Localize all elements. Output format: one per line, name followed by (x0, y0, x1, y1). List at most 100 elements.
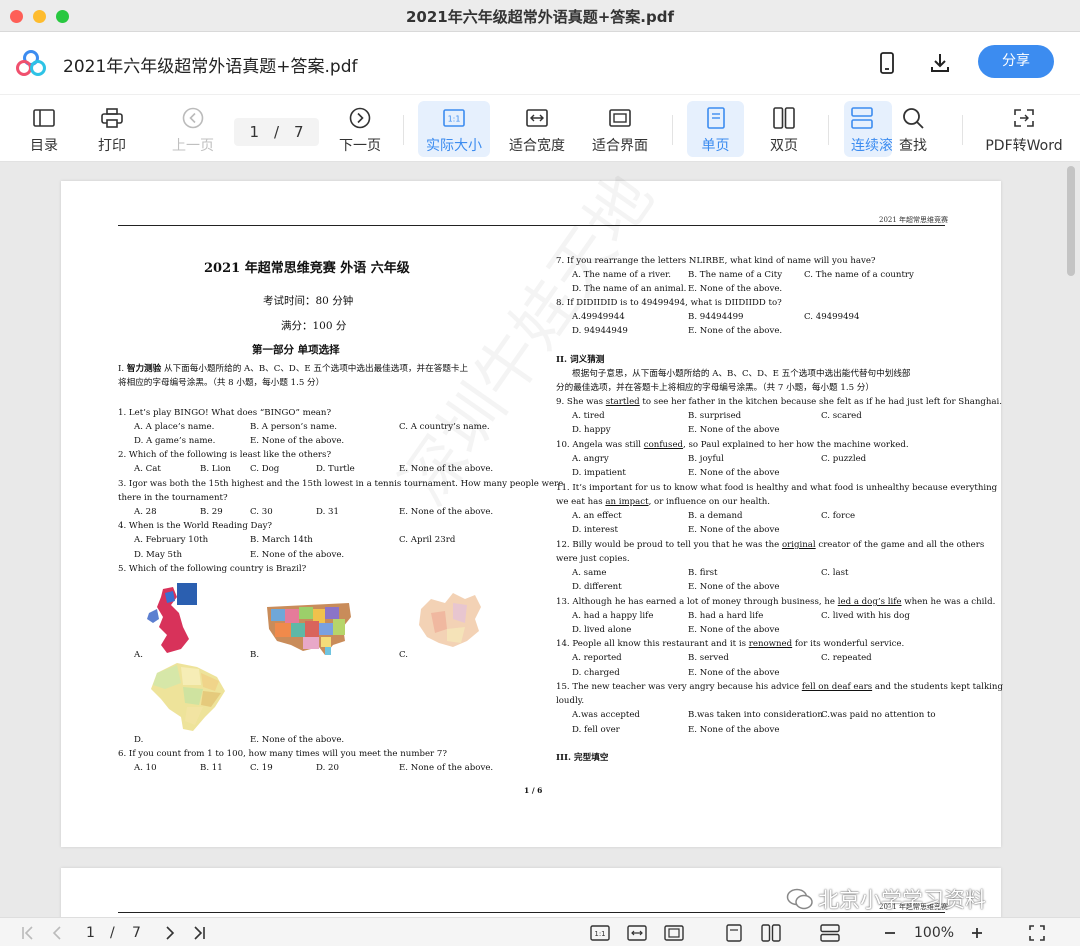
question-3-cont: there in the tournament? (118, 493, 228, 503)
map-uk-image (147, 583, 197, 653)
option: C. scared (821, 411, 862, 421)
prev-page-icon[interactable] (50, 923, 64, 943)
bottom-page-separator: / (110, 925, 115, 941)
toolbar-divider (962, 115, 963, 145)
option: B. (250, 650, 260, 660)
option: C. Dog (250, 464, 280, 474)
option: A.49949944 (572, 312, 625, 322)
option: D. 20 (316, 763, 339, 773)
chevron-left-circle-icon (182, 106, 204, 130)
q-text: , so Paul explained to her how the machi… (683, 440, 909, 450)
underlined-word: confused (643, 440, 684, 450)
option: D. A game’s name. (134, 436, 216, 446)
next-page-icon[interactable] (163, 923, 177, 943)
last-page-icon[interactable] (191, 923, 207, 943)
option: B. 94494499 (688, 312, 744, 322)
option: B. joyful (688, 454, 724, 464)
mobile-icon[interactable] (873, 49, 901, 77)
next-page-button[interactable]: 下一页 (335, 101, 385, 157)
page-separator: / (273, 123, 280, 141)
print-button[interactable]: 打印 (92, 101, 132, 157)
q-text: , or influence on our health. (648, 497, 771, 507)
option: C. lived with his dog (821, 611, 910, 621)
option: A.was accepted (572, 710, 640, 720)
option: B. 29 (200, 507, 223, 517)
first-page-icon[interactable] (20, 923, 36, 943)
question-13: 13. Although he has earned a lot of mone… (556, 595, 995, 609)
sec1-num: I. (118, 364, 127, 374)
q-text: 13. Although he has earned a lot of mone… (556, 597, 838, 607)
fit-width-button[interactable]: 适合宽度 (506, 101, 568, 157)
actual-size-icon[interactable]: 1:1 (590, 923, 610, 943)
continuous-scroll-icon[interactable] (820, 923, 840, 943)
window-titlebar: 2021年六年级超常外语真题+答案.pdf (0, 0, 1080, 32)
single-page-button[interactable]: 单页 (687, 101, 744, 157)
underlined-word: renowned (748, 639, 793, 649)
fit-page-icon (609, 106, 631, 130)
option: D. happy (572, 425, 611, 435)
prev-page-button[interactable]: 上一页 (168, 101, 218, 157)
double-page-label: 双页 (770, 138, 798, 154)
printer-icon (101, 106, 123, 130)
sec1-instr: 从下面每小题所给的 A、B、C、D、E 五个选项中选出最佳选项，并在答题卡上 (161, 364, 469, 374)
fit-page-icon[interactable] (664, 923, 684, 943)
bottom-current-page[interactable]: 1 (86, 923, 95, 943)
toc-button[interactable]: 目录 (24, 101, 64, 157)
q-text: and the students kept talking (872, 682, 1003, 692)
option: C. 30 (250, 507, 273, 517)
q-text: we eat has (556, 497, 606, 507)
continuous-scroll-button[interactable]: 连续滚 (844, 101, 892, 157)
option: D. The name of an animal. (572, 284, 687, 294)
option: A. The name of a river. (572, 270, 672, 280)
actual-size-label: 实际大小 (426, 138, 482, 154)
option: E. None of the above (688, 625, 780, 635)
option: D. (134, 735, 144, 745)
option: E. None of the above. (250, 436, 345, 446)
share-button[interactable]: 分享 (978, 45, 1054, 78)
option: E. None of the above (688, 468, 780, 478)
current-page: 1 (249, 123, 260, 141)
bottom-total-pages: 7 (132, 925, 141, 941)
fit-page-button[interactable]: 适合界面 (589, 101, 651, 157)
page-number-input[interactable]: 1 / 7 (234, 118, 319, 146)
option: D. impatient (572, 468, 626, 478)
pdf-to-word-button[interactable]: PDF转Word (984, 101, 1064, 157)
app-logo-icon (16, 50, 46, 76)
option: A. February 10th (134, 535, 209, 545)
zoom-in-icon[interactable] (970, 923, 984, 943)
zoom-out-icon[interactable] (883, 923, 897, 943)
running-header: 2021 年超常思维竞赛 (879, 216, 949, 224)
fullscreen-icon[interactable] (1028, 923, 1046, 943)
download-icon[interactable] (926, 49, 954, 77)
document-viewport[interactable]: 2021 年超常思维竞赛 深圳牛娃天地 2021 年超常思维竞赛 外语 六年级 … (0, 163, 1080, 917)
option: C. force (821, 511, 856, 521)
option: B. Lion (200, 464, 231, 474)
header-rule (118, 225, 945, 226)
single-page-icon[interactable] (726, 923, 742, 943)
find-button[interactable]: 查找 (892, 101, 934, 157)
section-2-instr-cont: 分的最佳选项，并在答题卡上将相应的字母编号涂黑。（共 7 小题，每小题 1.5 … (556, 383, 874, 393)
underlined-word: startled (605, 397, 640, 407)
toolbar-divider (828, 115, 829, 145)
option: B. served (688, 653, 729, 663)
option: B. 11 (200, 763, 223, 773)
q-text: 15. The new teacher was very angry becau… (556, 682, 802, 692)
option: E. None of the above. (250, 735, 345, 745)
map-usa-image (267, 603, 351, 655)
double-page-button[interactable]: 双页 (760, 101, 808, 157)
q-text: 14. People all know this restaurant and … (556, 639, 749, 649)
option: C. (399, 650, 409, 660)
single-page-icon (706, 106, 725, 130)
option: D. fell over (572, 725, 620, 735)
double-page-icon[interactable] (761, 923, 781, 943)
fit-width-icon[interactable] (627, 923, 647, 943)
option: E. None of the above. (250, 550, 345, 560)
underlined-word: original (781, 540, 816, 550)
option: C. A country’s name. (399, 422, 490, 432)
section-3-heading: III. 完型填空 (556, 753, 609, 763)
vertical-scrollbar[interactable] (1067, 166, 1075, 276)
continuous-scroll-icon (851, 106, 873, 130)
actual-size-button[interactable]: 1:1 实际大小 (418, 101, 490, 157)
option: E. None of the above. (688, 284, 783, 294)
zoom-level[interactable]: 100% (914, 923, 954, 943)
